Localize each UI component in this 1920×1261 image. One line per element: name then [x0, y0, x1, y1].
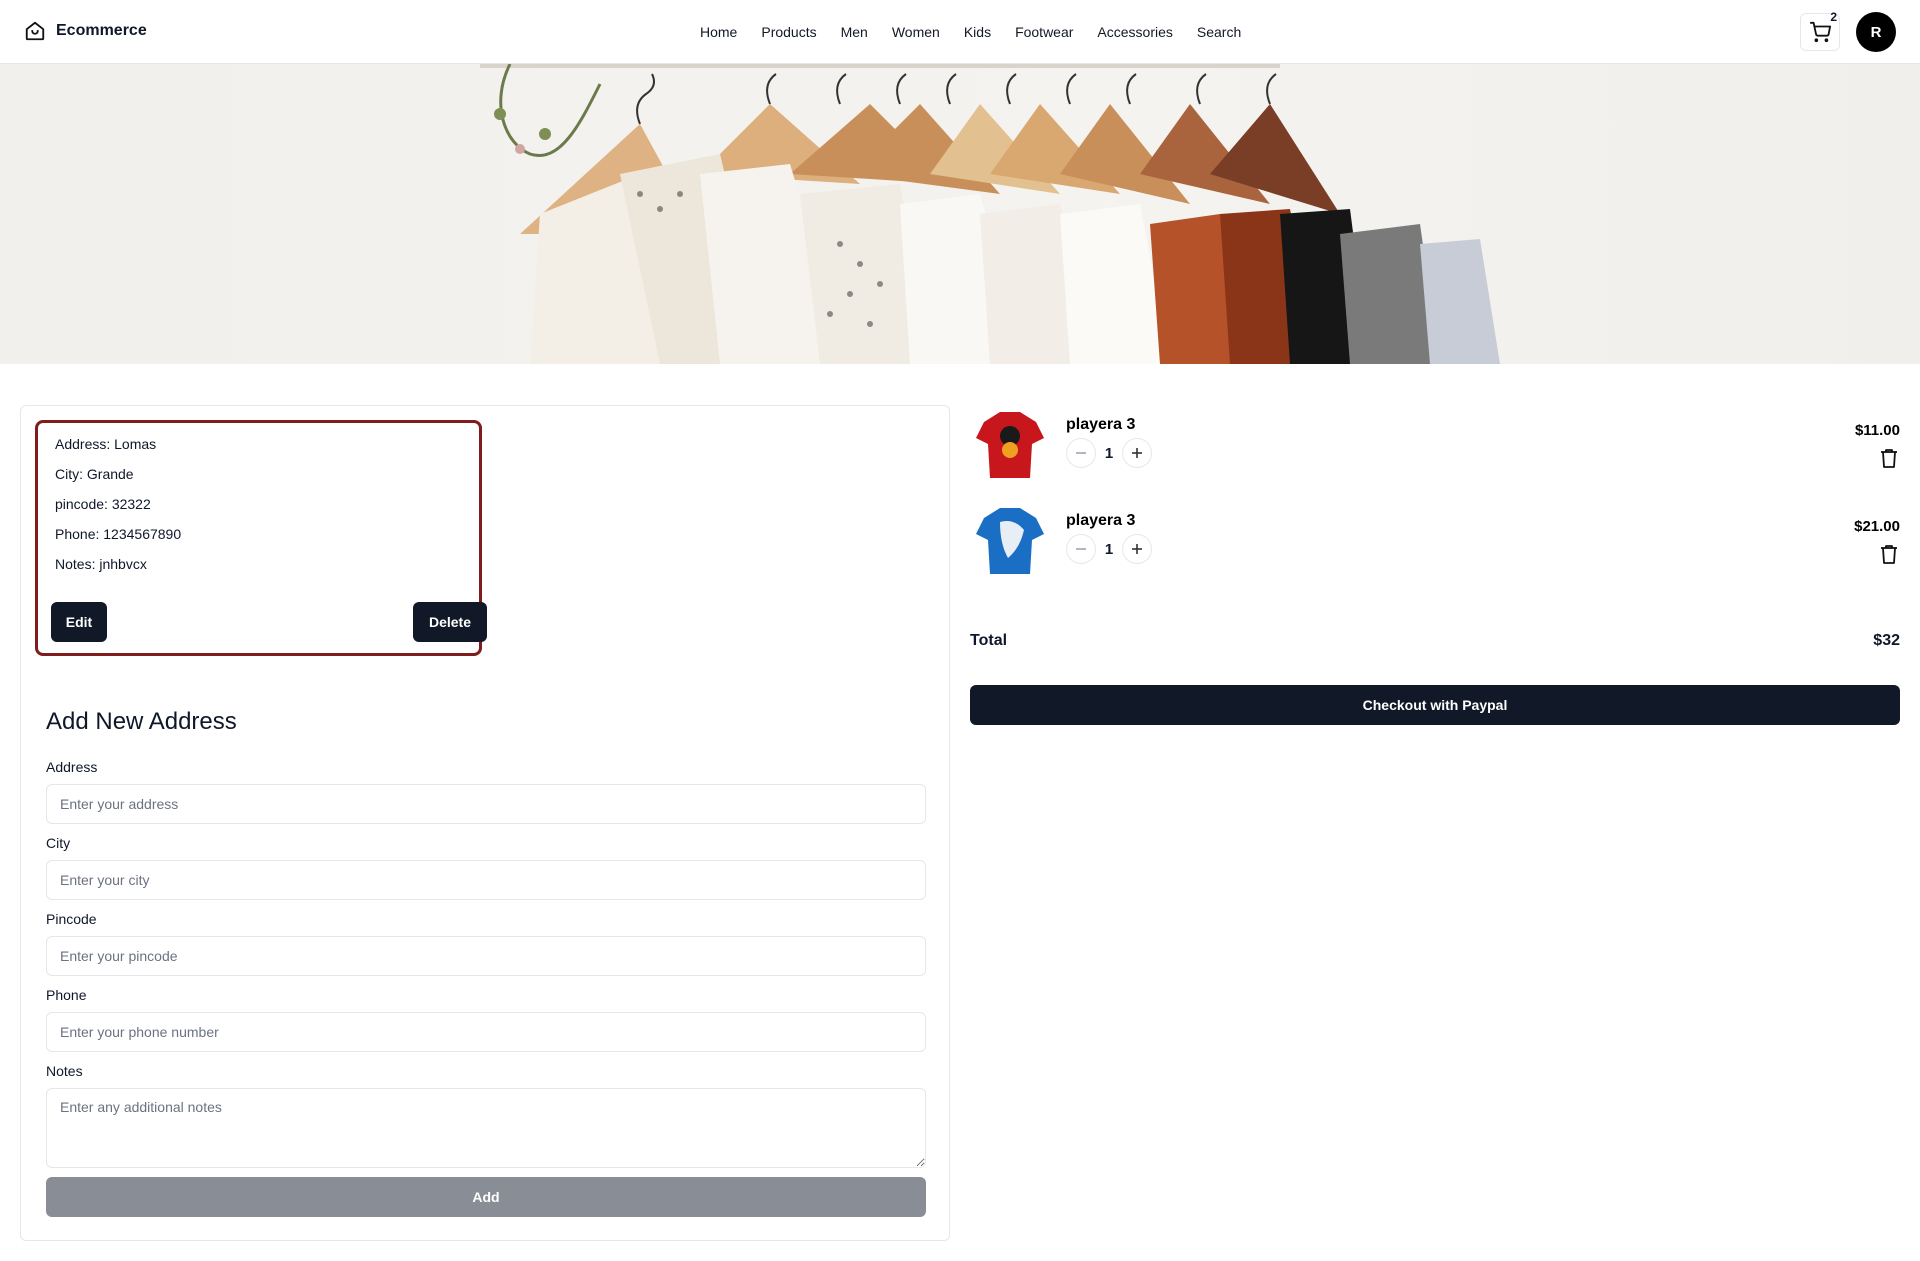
trash-icon[interactable] [1880, 544, 1898, 564]
pincode-label: Pincode [46, 911, 97, 927]
nav-men[interactable]: Men [841, 24, 868, 40]
hero-banner-image [0, 64, 1920, 364]
total-value: $32 [1873, 632, 1900, 649]
brand-name: Ecommerce [56, 22, 147, 39]
plus-icon [1132, 448, 1142, 458]
address-input[interactable] [46, 784, 926, 824]
delete-address-button[interactable]: Delete [413, 602, 487, 642]
store-icon [25, 21, 45, 41]
address-panel: Address: Lomas City: Grande pincode: 323… [20, 405, 950, 1241]
phone-input[interactable] [46, 1012, 926, 1052]
nav-women[interactable]: Women [892, 24, 940, 40]
item-price: $21.00 [1854, 518, 1900, 535]
cart-item: playera 3 1 $21.00 [970, 500, 1900, 580]
city-label: City [46, 835, 71, 851]
shopping-cart-icon [1809, 21, 1831, 43]
nav-footwear[interactable]: Footwear [1015, 24, 1073, 40]
quantity-value: 1 [1104, 540, 1114, 558]
checkout-paypal-button[interactable]: Checkout with Paypal [970, 685, 1900, 725]
notes-label: Notes [46, 1063, 83, 1079]
quantity-stepper: 1 [1066, 534, 1152, 564]
phone-label: Phone [46, 987, 87, 1003]
top-navbar: Ecommerce Home Products Men Women Kids F… [0, 0, 1920, 64]
saved-address-card[interactable]: Address: Lomas City: Grande pincode: 323… [35, 420, 487, 656]
quantity-stepper: 1 [1066, 438, 1152, 468]
user-avatar[interactable]: R [1856, 12, 1896, 52]
saved-notes-line: Notes: jnhbvcx [55, 556, 147, 572]
decrease-quantity-button[interactable] [1066, 534, 1096, 564]
add-address-title: Add New Address [46, 708, 237, 735]
brand-logo[interactable]: Ecommerce [24, 20, 147, 42]
pincode-input[interactable] [46, 936, 926, 976]
decrease-quantity-button[interactable] [1066, 438, 1096, 468]
product-name: playera 3 [1066, 416, 1136, 433]
product-name: playera 3 [1066, 512, 1136, 529]
address-label: Address [46, 759, 98, 775]
nav-search[interactable]: Search [1197, 24, 1241, 40]
nav-kids[interactable]: Kids [964, 24, 991, 40]
total-label: Total [970, 632, 1008, 649]
saved-address-line: Address: Lomas [55, 436, 157, 452]
nav-home[interactable]: Home [700, 24, 737, 40]
increase-quantity-button[interactable] [1122, 534, 1152, 564]
minus-icon [1076, 548, 1086, 550]
cart-button[interactable]: 2 [1800, 10, 1840, 51]
clothes-rack-illustration [480, 64, 1500, 364]
minus-icon [1076, 452, 1086, 454]
quantity-value: 1 [1104, 444, 1114, 462]
notes-textarea[interactable] [46, 1088, 926, 1168]
cart-count-badge: 2 [1830, 10, 1837, 24]
saved-city-line: City: Grande [55, 466, 134, 482]
main-nav: Home Products Men Women Kids Footwear Ac… [700, 0, 1241, 64]
product-thumbnail[interactable] [970, 404, 1050, 484]
item-price: $11.00 [1854, 422, 1900, 439]
add-address-button[interactable]: Add [46, 1177, 926, 1217]
trash-icon[interactable] [1880, 448, 1898, 468]
cart-item: playera 3 1 $11.00 [970, 404, 1900, 484]
plus-icon [1132, 544, 1142, 554]
increase-quantity-button[interactable] [1122, 438, 1152, 468]
nav-products[interactable]: Products [761, 24, 816, 40]
city-input[interactable] [46, 860, 926, 900]
saved-phone-line: Phone: 1234567890 [55, 526, 182, 542]
saved-pincode-line: pincode: 32322 [55, 496, 151, 512]
nav-accessories[interactable]: Accessories [1097, 24, 1172, 40]
product-thumbnail[interactable] [970, 500, 1050, 580]
edit-address-button[interactable]: Edit [51, 602, 107, 642]
